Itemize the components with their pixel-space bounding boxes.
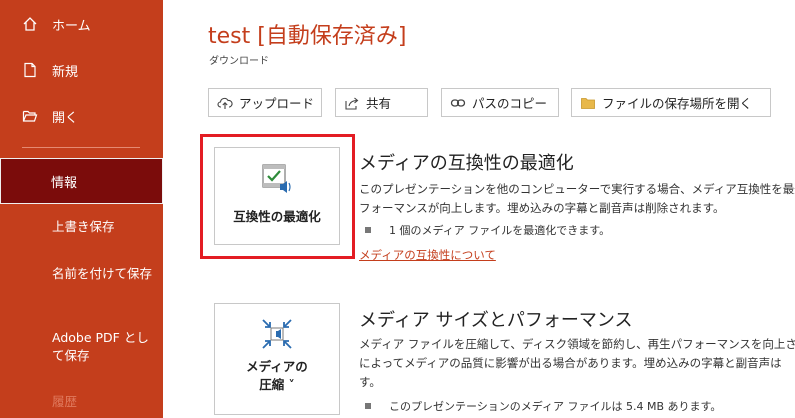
- sidebar-item-history[interactable]: 履歴: [52, 393, 157, 411]
- open-file-location-button[interactable]: ファイルの保存場所を開く: [571, 88, 771, 117]
- compress-description-line1: メディア ファイルを圧縮して、ディスク領域を節約し、再生パフォーマンスを向上させ: [359, 337, 795, 351]
- sidebar-item-new[interactable]: 新規: [0, 50, 163, 90]
- compress-bullet: このプレゼンテーションのメディア ファイルは 5.4 MB あります。: [365, 398, 721, 414]
- media-compatibility-link[interactable]: メディアの互換性について: [359, 247, 496, 263]
- page-title: test [自動保存済み]: [208, 24, 407, 49]
- home-icon: [22, 16, 38, 32]
- sidebar-item-home[interactable]: ホーム: [0, 4, 163, 44]
- compress-description-line3: す。: [359, 375, 381, 389]
- sidebar-item-label: ホーム: [52, 18, 91, 34]
- open-folder-icon: [22, 108, 38, 124]
- sidebar-item-info[interactable]: 情報: [0, 158, 163, 204]
- compress-media-label-line2: 圧縮 ˅: [259, 377, 295, 392]
- upload-button[interactable]: アップロード: [208, 88, 322, 117]
- compress-media-icon: [259, 316, 295, 352]
- sidebar-item-save-as[interactable]: 名前を付けて保存: [52, 265, 157, 283]
- sidebar-item-label: 開く: [52, 110, 79, 126]
- bullet-marker: [365, 227, 371, 233]
- compress-media-button[interactable]: メディアの 圧縮 ˅: [214, 303, 340, 415]
- optimize-description-line2: フォーマンスが向上します。埋め込みの字幕と副音声は削除されます。: [359, 201, 725, 215]
- share-button-label: 共有: [366, 96, 392, 111]
- compress-media-label-line1: メディアの: [246, 359, 308, 374]
- copy-path-button[interactable]: パスのコピー: [441, 88, 559, 117]
- sidebar-item-save[interactable]: 上書き保存: [52, 218, 157, 236]
- share-button[interactable]: 共有: [335, 88, 428, 117]
- optimize-bullet: 1 個のメディア ファイルを最適化できます。: [365, 222, 610, 238]
- sidebar-item-save-as-pdf[interactable]: Adobe PDF として保存: [52, 329, 157, 365]
- compress-heading: メディア サイズとパフォーマンス: [359, 310, 633, 331]
- cloud-upload-icon: [217, 95, 233, 111]
- folder-icon: [580, 95, 596, 111]
- file-location: ダウンロード: [209, 56, 269, 67]
- sidebar-item-open[interactable]: 開く: [0, 96, 163, 136]
- compress-bullet-text: このプレゼンテーションのメディア ファイルは 5.4 MB あります。: [389, 400, 722, 413]
- bullet-marker: [365, 403, 371, 409]
- copy-path-button-label: パスのコピー: [472, 96, 548, 111]
- sidebar-item-label: 情報: [51, 175, 78, 191]
- link-icon: [450, 95, 466, 111]
- share-icon: [344, 95, 360, 111]
- optimize-bullet-text: 1 個のメディア ファイルを最適化できます。: [389, 224, 611, 237]
- highlight-box: [200, 134, 355, 259]
- optimize-heading: メディアの互換性の最適化: [359, 153, 574, 174]
- sidebar-item-label: 新規: [52, 64, 79, 80]
- new-document-icon: [22, 62, 38, 78]
- upload-button-label: アップロード: [239, 96, 315, 111]
- open-file-location-button-label: ファイルの保存場所を開く: [602, 96, 753, 111]
- sidebar-divider: [22, 147, 140, 148]
- info-pane: test [自動保存済み] ダウンロード アップロード 共有 パスのコピー ファ…: [163, 0, 795, 418]
- backstage-sidebar: ホーム 新規 開く 情報 上書き保存 名前を付けて保存 Adobe PDF とし…: [0, 0, 163, 418]
- optimize-description-line1: このプレゼンテーションを他のコンピューターで実行する場合、メディア互換性を最適: [359, 182, 795, 196]
- compress-description-line2: によってメディアの品質に影響が出る場合があります。埋め込みの字幕と副音声は: [359, 356, 782, 370]
